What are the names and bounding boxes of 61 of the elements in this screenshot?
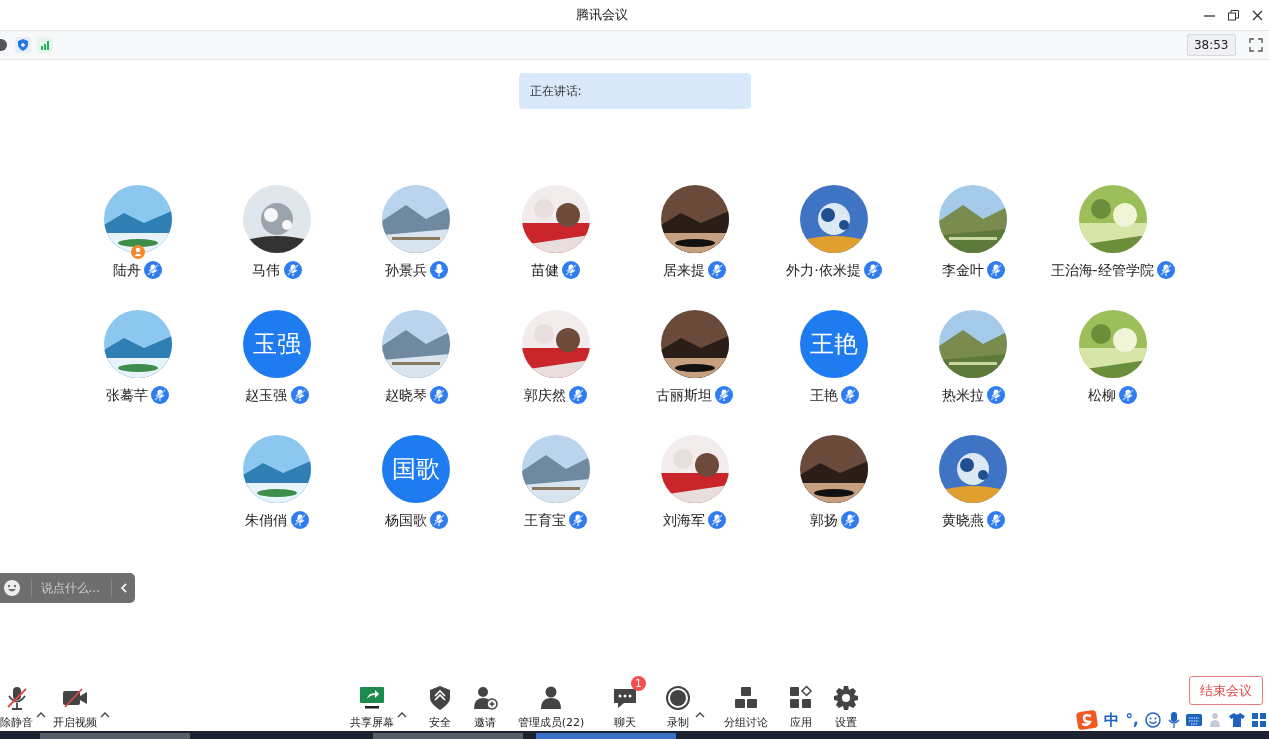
ime-logo-icon[interactable] (1075, 709, 1098, 730)
keyboard-icon[interactable] (1186, 713, 1203, 726)
participant-name: 松柳 (1088, 385, 1117, 405)
end-meeting-button[interactable]: 结束会议 (1188, 675, 1263, 706)
grid-icon[interactable] (1251, 712, 1266, 727)
participant-name: 古丽斯坦 (656, 385, 713, 405)
record-button[interactable]: 录制 (665, 685, 692, 731)
smiley-icon[interactable] (1145, 711, 1162, 728)
meeting-timer: 38:53 (1186, 34, 1236, 56)
restore-icon[interactable] (1227, 9, 1239, 21)
speaking-label: 正在讲话: (529, 83, 582, 100)
participant-name: 赵晓琴 (384, 385, 427, 405)
ime-mode[interactable]: 中 (1104, 708, 1120, 731)
text-avatar: 王艳 (800, 310, 869, 378)
participant-name: 马伟 (252, 260, 281, 280)
record-icon (665, 685, 692, 712)
participant-name: 王育宝 (523, 510, 566, 530)
participant-name: 李金叶 (941, 260, 984, 280)
video-button[interactable]: 开启视频 (52, 685, 97, 731)
participant-name: 杨国歌 (384, 510, 427, 530)
fullscreen-icon[interactable] (1248, 38, 1263, 52)
settings-button[interactable]: 设置 (833, 685, 860, 731)
share-screen-icon (359, 685, 385, 712)
participant-name: 孙景兵 (384, 260, 427, 280)
chat-button[interactable]: 1 聊天 (603, 676, 646, 731)
security-button[interactable]: 安全 (426, 685, 453, 731)
collapse-icon[interactable] (118, 582, 129, 594)
window-title: 腾讯会议 (575, 7, 628, 23)
text-avatar: 国歌 (382, 435, 451, 503)
shirt-icon[interactable] (1229, 712, 1246, 727)
chat-input[interactable]: 说点什么... (38, 578, 105, 598)
participant-name: 王治海-经管学院 (1050, 260, 1154, 280)
participant-name: 赵玉强 (245, 385, 288, 405)
participant-name: 王艳 (809, 385, 838, 405)
participant-name: 朱俏俏 (245, 510, 288, 530)
shield-icon[interactable] (14, 37, 31, 53)
close-icon[interactable] (1251, 9, 1263, 21)
ime-punctuation[interactable]: °, (1125, 708, 1139, 731)
breakout-button[interactable]: 分组讨论 (724, 685, 769, 731)
text-avatar: 玉强 (242, 310, 311, 378)
participant-name: 居来提 (663, 260, 706, 280)
participant-name: 热米拉 (941, 385, 984, 405)
participant-name: 黄晓燕 (941, 510, 984, 530)
apps-button[interactable]: 应用 (787, 685, 814, 731)
participant-name: 张蓦芊 (106, 385, 148, 405)
add-user-icon (472, 685, 499, 712)
microphone-icon[interactable] (1167, 711, 1180, 728)
smiley-icon[interactable] (3, 579, 22, 597)
share-button[interactable]: 共享屏幕 (350, 685, 394, 731)
participant-name: 郭扬 (809, 510, 838, 530)
settings-icon (833, 685, 860, 712)
participant-name: 刘海军 (663, 510, 706, 530)
participant-name: 郭庆然 (523, 385, 566, 405)
participant-name: 苗健 (530, 260, 559, 280)
members-button[interactable]: 管理成员(22) (517, 685, 585, 731)
participant-name: 外力·依米提 (786, 260, 861, 280)
unread-count: 1 (630, 676, 646, 692)
mic-button[interactable]: 除静音 (0, 685, 33, 731)
invite-button[interactable]: 邀请 (472, 685, 499, 731)
participant-name: 陆舟 (113, 260, 141, 280)
chat-bar[interactable]: 说点什么... (0, 573, 135, 603)
